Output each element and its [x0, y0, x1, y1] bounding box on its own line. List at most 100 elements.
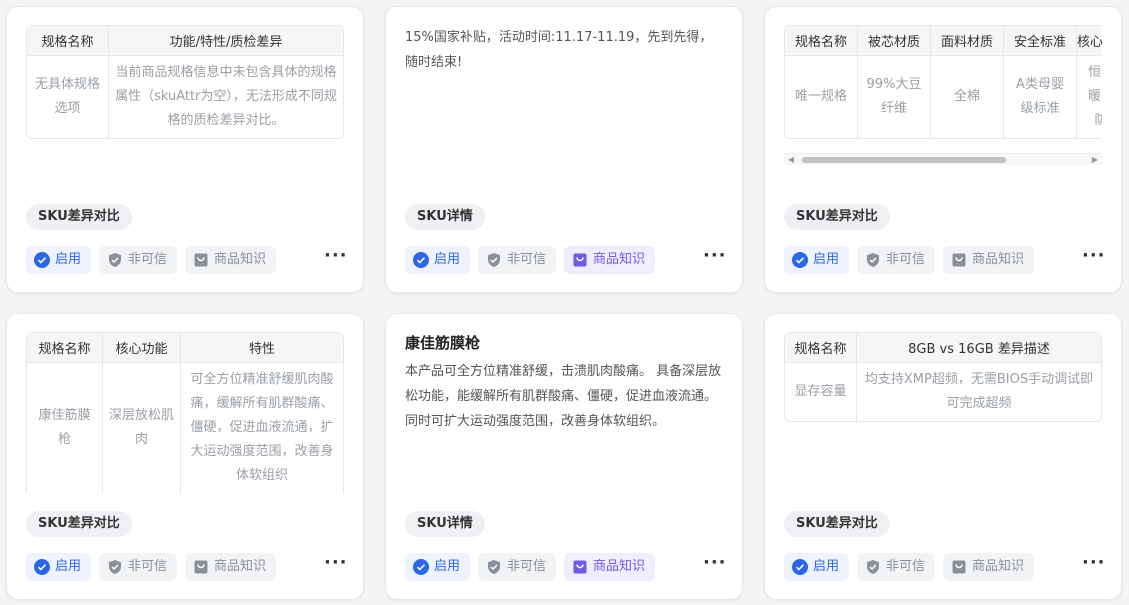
- untrusted-button[interactable]: 非可信: [857, 246, 936, 274]
- more-icon[interactable]: ···: [703, 554, 726, 577]
- knowledge-label: 商品知识: [972, 252, 1025, 267]
- untrusted-button[interactable]: 非可信: [857, 553, 936, 581]
- card-type-tag: SKU差异对比: [26, 204, 132, 230]
- enable-button[interactable]: 启用: [784, 553, 850, 581]
- knowledge-label: 商品知识: [214, 559, 267, 574]
- knowledge-button[interactable]: 商品知识: [185, 553, 277, 581]
- check-circle-icon: [34, 252, 50, 268]
- untrusted-button[interactable]: 非可信: [478, 246, 557, 274]
- card-content: 15%国家补贴，活动时间:11.17-11.19，先到先得，随时结束!: [405, 25, 723, 193]
- card-type-tag: SKU详情: [405, 204, 485, 230]
- table-header: 8GB vs 16GB 差异描述: [857, 333, 1101, 363]
- table-cell: 全棉: [931, 56, 1004, 138]
- box-icon: [573, 560, 587, 574]
- table-header: 被芯材质: [858, 26, 931, 56]
- scrollbar-thumb[interactable]: [802, 157, 1006, 163]
- card-content: 规格名称 功能/特性/质检差异 无具体规格选项 当前商品规格信息中未包含具体的规…: [26, 25, 344, 193]
- spec-table: 规格名称 功能/特性/质检差异 无具体规格选项 当前商品规格信息中未包含具体的规…: [26, 25, 344, 139]
- table-header: 特性: [181, 333, 343, 363]
- more-icon[interactable]: ···: [324, 247, 347, 270]
- table-cell: 99%大豆纤维: [858, 56, 931, 138]
- box-icon: [194, 560, 208, 574]
- enable-button[interactable]: 启用: [405, 553, 471, 581]
- enable-button[interactable]: 启用: [26, 553, 92, 581]
- enable-label: 启用: [55, 559, 82, 574]
- knowledge-button[interactable]: 商品知识: [564, 246, 656, 274]
- more-icon[interactable]: ···: [1082, 554, 1105, 577]
- check-circle-icon: [413, 559, 429, 575]
- shield-check-icon: [488, 560, 501, 574]
- untrusted-label: 非可信: [886, 252, 926, 267]
- untrusted-button[interactable]: 非可信: [478, 553, 557, 581]
- knowledge-button[interactable]: 商品知识: [943, 553, 1035, 581]
- table-cell: 当前商品规格信息中未包含具体的规格属性（skuAttr为空），无法形成不同规格的…: [115, 65, 337, 128]
- enable-label: 启用: [55, 252, 82, 267]
- box-icon: [573, 253, 587, 267]
- knowledge-card[interactable]: 规格名称 被芯材质 面料材质 安全标准 核心 唯一规格 99%大豆纤维 全棉 A…: [764, 6, 1122, 293]
- table-cell: 唯一规格: [785, 56, 858, 138]
- scroll-right-icon[interactable]: ▶: [1092, 155, 1098, 164]
- untrusted-label: 非可信: [128, 559, 168, 574]
- table-cell: 无具体规格选项: [27, 56, 109, 138]
- enable-label: 启用: [434, 559, 461, 574]
- table-header: 规格名称: [27, 333, 103, 363]
- table-cell: 深层放松肌肉: [103, 363, 181, 493]
- table-cell: 康佳筋膜枪: [27, 363, 103, 493]
- untrusted-label: 非可信: [128, 252, 168, 267]
- enable-button[interactable]: 启用: [784, 246, 850, 274]
- knowledge-button[interactable]: 商品知识: [185, 246, 277, 274]
- check-circle-icon: [792, 252, 808, 268]
- knowledge-button[interactable]: 商品知识: [564, 553, 656, 581]
- more-icon[interactable]: ···: [703, 247, 726, 270]
- table-cell: 恒温暖、防: [1087, 65, 1102, 128]
- untrusted-label: 非可信: [507, 559, 547, 574]
- check-circle-icon: [792, 559, 808, 575]
- card-actions: 启用 非可信 商品知识 ···: [784, 246, 1105, 274]
- shield-check-icon: [488, 253, 501, 267]
- knowledge-label: 商品知识: [593, 252, 646, 267]
- box-icon: [952, 253, 966, 267]
- knowledge-button[interactable]: 商品知识: [943, 246, 1035, 274]
- card-actions: 启用 非可信 商品知识 ···: [26, 246, 347, 274]
- enable-label: 启用: [813, 252, 840, 267]
- table-header: 核心: [1077, 26, 1102, 56]
- untrusted-button[interactable]: 非可信: [99, 553, 178, 581]
- knowledge-label: 商品知识: [593, 559, 646, 574]
- enable-button[interactable]: 启用: [26, 246, 92, 274]
- more-icon[interactable]: ···: [1082, 247, 1105, 270]
- enable-button[interactable]: 启用: [405, 246, 471, 274]
- card-actions: 启用 非可信 商品知识 ···: [784, 553, 1105, 581]
- table-header: 规格名称: [785, 26, 858, 56]
- scroll-left-icon[interactable]: ◀: [788, 155, 794, 164]
- table-cell: 均支持XMP超频，无需BIOS手动调试即可完成超频: [864, 372, 1094, 411]
- more-icon[interactable]: ···: [324, 554, 347, 577]
- knowledge-card[interactable]: 15%国家补贴，活动时间:11.17-11.19，先到先得，随时结束! SKU详…: [385, 6, 743, 293]
- shield-check-icon: [867, 253, 880, 267]
- untrusted-button[interactable]: 非可信: [99, 246, 178, 274]
- knowledge-card[interactable]: 康佳筋膜枪 本产品可全方位精准舒缓，击溃肌肉酸痛。 具备深层放松功能，能缓解所有…: [385, 313, 743, 600]
- untrusted-label: 非可信: [886, 559, 926, 574]
- table-cell: 可全方位精准舒缓肌肉酸痛，缓解所有肌群酸痛、僵硬，促进血液流通，扩大运动强度范围…: [190, 372, 334, 483]
- card-content: 规格名称 被芯材质 面料材质 安全标准 核心 唯一规格 99%大豆纤维 全棉 A…: [784, 25, 1102, 167]
- table-header: 面料材质: [931, 26, 1004, 56]
- knowledge-label: 商品知识: [972, 559, 1025, 574]
- shield-check-icon: [109, 253, 122, 267]
- knowledge-card[interactable]: 规格名称 功能/特性/质检差异 无具体规格选项 当前商品规格信息中未包含具体的规…: [6, 6, 364, 293]
- card-actions: 启用 非可信 商品知识 ···: [405, 246, 726, 274]
- table-cell: A类母婴级标准: [1004, 56, 1077, 138]
- card-title: 康佳筋膜枪: [405, 334, 481, 352]
- horizontal-scrollbar[interactable]: ◀ ▶: [784, 153, 1102, 165]
- table-header: 规格名称: [27, 26, 109, 56]
- box-icon: [194, 253, 208, 267]
- table-header: 安全标准: [1004, 26, 1077, 56]
- knowledge-card[interactable]: 规格名称 核心功能 特性 康佳筋膜枪 深层放松肌肉 可全方位精准舒缓肌肉酸痛，缓…: [6, 313, 364, 600]
- spec-table: 规格名称 8GB vs 16GB 差异描述 显存容量 均支持XMP超频，无需BI…: [784, 332, 1102, 422]
- shield-check-icon: [109, 560, 122, 574]
- card-text: 15%国家补贴，活动时间:11.17-11.19，先到先得，随时结束!: [405, 30, 713, 70]
- knowledge-label: 商品知识: [214, 252, 267, 267]
- card-content: 康佳筋膜枪 本产品可全方位精准舒缓，击溃肌肉酸痛。 具备深层放松功能，能缓解所有…: [405, 332, 723, 500]
- card-type-tag: SKU差异对比: [26, 511, 132, 537]
- spec-table: 规格名称 被芯材质 面料材质 安全标准 核心 唯一规格 99%大豆纤维 全棉 A…: [784, 25, 1102, 139]
- card-type-tag: SKU详情: [405, 511, 485, 537]
- knowledge-card[interactable]: 规格名称 8GB vs 16GB 差异描述 显存容量 均支持XMP超频，无需BI…: [764, 313, 1122, 600]
